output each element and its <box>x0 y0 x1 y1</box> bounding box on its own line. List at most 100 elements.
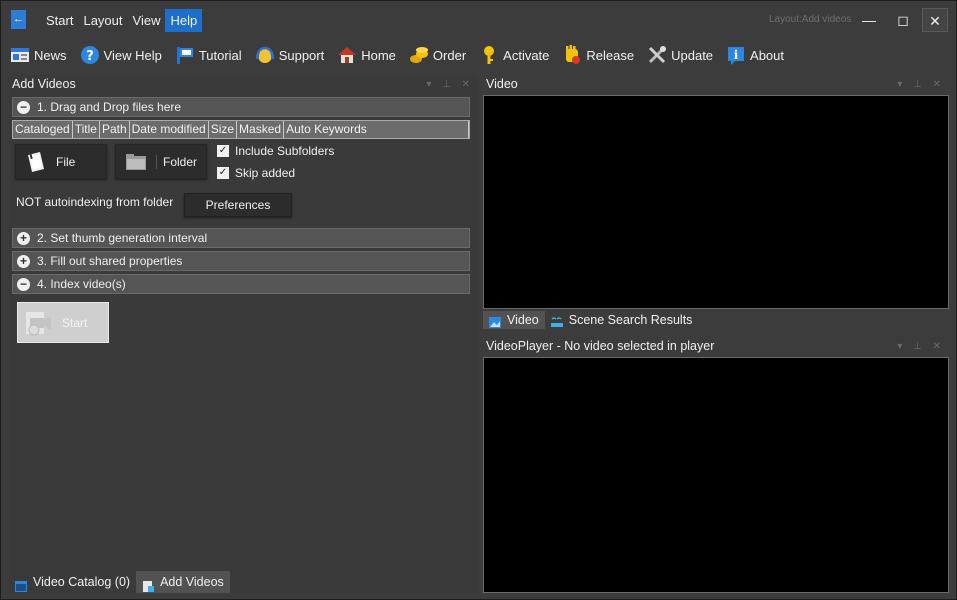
add-videos-icon <box>142 577 155 592</box>
menu-start[interactable]: Start <box>41 9 78 32</box>
tab-video-catalog-label: Video Catalog (0) <box>33 575 131 589</box>
back-arrow-icon[interactable]: ← <box>11 10 26 29</box>
add-folder-label: Folder <box>156 154 197 169</box>
scene-search-icon <box>550 315 563 327</box>
order-icon <box>409 45 429 65</box>
collapse-icon[interactable]: − <box>17 277 30 291</box>
tab-video-label: Video <box>507 313 539 327</box>
start-index-button[interactable]: Start <box>17 302 109 343</box>
preferences-button[interactable]: Preferences <box>184 193 292 217</box>
add-videos-panel: Add Videos ▾ ⊥ ✕ − 1. Drag and Drop file… <box>9 75 478 593</box>
player-panel-title-text: VideoPlayer - No video selected in playe… <box>486 339 715 353</box>
include-subfolders-checkbox[interactable]: ✓ Include Subfolders <box>217 144 334 158</box>
section-thumb-interval-label: 2. Set thumb generation interval <box>37 231 208 245</box>
column-size[interactable]: Size <box>208 121 238 138</box>
section-thumb-interval[interactable]: + 2. Set thumb generation interval <box>12 228 470 248</box>
column-auto-keywords[interactable]: Auto Keywords <box>284 121 469 138</box>
player-panel-title: VideoPlayer - No video selected in playe… <box>483 337 949 356</box>
toolbar-news-label: News <box>34 47 67 63</box>
toolbar-release-label: Release <box>586 47 635 63</box>
video-preview-area[interactable] <box>483 95 949 309</box>
skip-added-label: Skip added <box>235 166 296 180</box>
toolbar-support-label: Support <box>278 47 325 63</box>
expand-icon[interactable]: + <box>17 231 30 245</box>
minimize-icon[interactable]: — <box>856 8 882 32</box>
bottom-tab-strip: Video Catalog (0) Add Videos <box>9 571 230 593</box>
column-masked[interactable]: Masked <box>237 121 285 138</box>
toolbar-activate-button[interactable]: Activate <box>479 45 549 65</box>
add-videos-panel-title: Add Videos ▾ ⊥ ✕ <box>9 75 478 94</box>
toolbar: News ? View Help Tutorial Support Home O… <box>1 39 956 71</box>
add-videos-title-text: Add Videos <box>12 77 76 91</box>
toolbar-about-button[interactable]: i About <box>726 45 784 65</box>
panel-controls[interactable]: ▾ ⊥ ✕ <box>897 337 945 356</box>
column-date-modified[interactable]: Date modified <box>129 121 209 138</box>
expand-icon[interactable]: + <box>17 254 30 268</box>
toolbar-about-label: About <box>750 47 785 63</box>
collapse-icon[interactable]: − <box>17 100 30 114</box>
layout-label: Layout:Add videos <box>769 14 852 25</box>
video-panel-title: Video ▾ ⊥ ✕ <box>483 75 949 94</box>
video-tab-strip: Video Scene Search Results <box>483 311 698 330</box>
column-title[interactable]: Title <box>72 121 100 138</box>
video-panel: Video ▾ ⊥ ✕ Video Scene Search Results V… <box>483 75 949 593</box>
tab-video-catalog[interactable]: Video Catalog (0) <box>9 571 136 593</box>
toolbar-update-button[interactable]: Update <box>647 45 713 65</box>
title-bar: ← Start Layout View Help Layout:Add vide… <box>1 1 956 39</box>
menu-layout[interactable]: Layout <box>78 9 127 32</box>
tab-scene-search-label: Scene Search Results <box>568 313 693 327</box>
toolbar-home-label: Home <box>361 47 396 63</box>
checkmark-icon: ✓ <box>217 145 229 157</box>
autoindex-status-text: NOT autoindexing from folder <box>16 195 174 209</box>
menu-view[interactable]: View <box>128 9 166 32</box>
add-file-label: File <box>56 154 76 169</box>
catalog-icon <box>15 577 27 592</box>
toolbar-activate-label: Activate <box>503 47 550 63</box>
toolbar-tutorial-button[interactable]: Tutorial <box>175 45 242 65</box>
include-subfolders-label: Include Subfolders <box>235 144 335 158</box>
folder-icon <box>124 150 148 174</box>
image-icon <box>489 315 501 328</box>
panel-controls[interactable]: ▾ ⊥ ✕ <box>426 75 474 94</box>
video-camera-icon <box>24 308 54 338</box>
tab-video[interactable]: Video <box>483 311 545 329</box>
toolbar-update-label: Update <box>671 47 714 63</box>
section-index-videos[interactable]: − 4. Index video(s) <box>12 274 470 294</box>
section-drag-drop[interactable]: − 1. Drag and Drop files here <box>12 97 470 117</box>
column-cataloged[interactable]: Cataloged <box>13 121 73 138</box>
panel-controls[interactable]: ▾ ⊥ ✕ <box>897 75 945 94</box>
skip-added-checkbox[interactable]: ✓ Skip added <box>217 166 295 180</box>
close-icon[interactable]: ✕ <box>922 8 948 32</box>
video-player-area[interactable] <box>483 357 949 593</box>
add-file-button[interactable]: File <box>15 144 107 179</box>
toolbar-order-button[interactable]: Order <box>409 45 466 65</box>
toolbar-support-button[interactable]: Support <box>255 45 325 65</box>
menu-help[interactable]: Help <box>165 9 203 32</box>
video-panel-title-text: Video <box>486 77 518 91</box>
start-index-label: Start <box>62 315 88 330</box>
update-icon <box>647 45 667 65</box>
key-icon <box>479 45 499 65</box>
maximize-icon[interactable]: ◻ <box>890 8 916 32</box>
toolbar-view-help-button[interactable]: ? View Help <box>80 45 162 65</box>
column-path[interactable]: Path <box>99 121 130 138</box>
tab-add-videos[interactable]: Add Videos <box>136 571 230 593</box>
home-icon <box>337 45 357 65</box>
svg-text:?: ? <box>86 49 94 64</box>
section-shared-properties-label: 3. Fill out shared properties <box>37 254 183 268</box>
tab-scene-search[interactable]: Scene Search Results <box>545 311 699 329</box>
section-drag-drop-label: 1. Drag and Drop files here <box>37 100 182 114</box>
tab-add-videos-label: Add Videos <box>160 575 224 589</box>
about-icon: i <box>726 45 746 65</box>
toolbar-news-button[interactable]: News <box>10 45 67 65</box>
toolbar-release-button[interactable]: Release <box>562 45 634 65</box>
tutorial-icon <box>175 45 195 65</box>
toolbar-home-button[interactable]: Home <box>337 45 396 65</box>
add-folder-button[interactable]: Folder <box>115 144 207 179</box>
app-window: ← Start Layout View Help Layout:Add vide… <box>0 0 957 600</box>
checkmark-icon: ✓ <box>217 167 229 179</box>
file-icon <box>24 150 48 174</box>
toolbar-order-label: Order <box>432 47 467 63</box>
toolbar-tutorial-label: Tutorial <box>198 47 242 63</box>
section-shared-properties[interactable]: + 3. Fill out shared properties <box>12 251 470 271</box>
